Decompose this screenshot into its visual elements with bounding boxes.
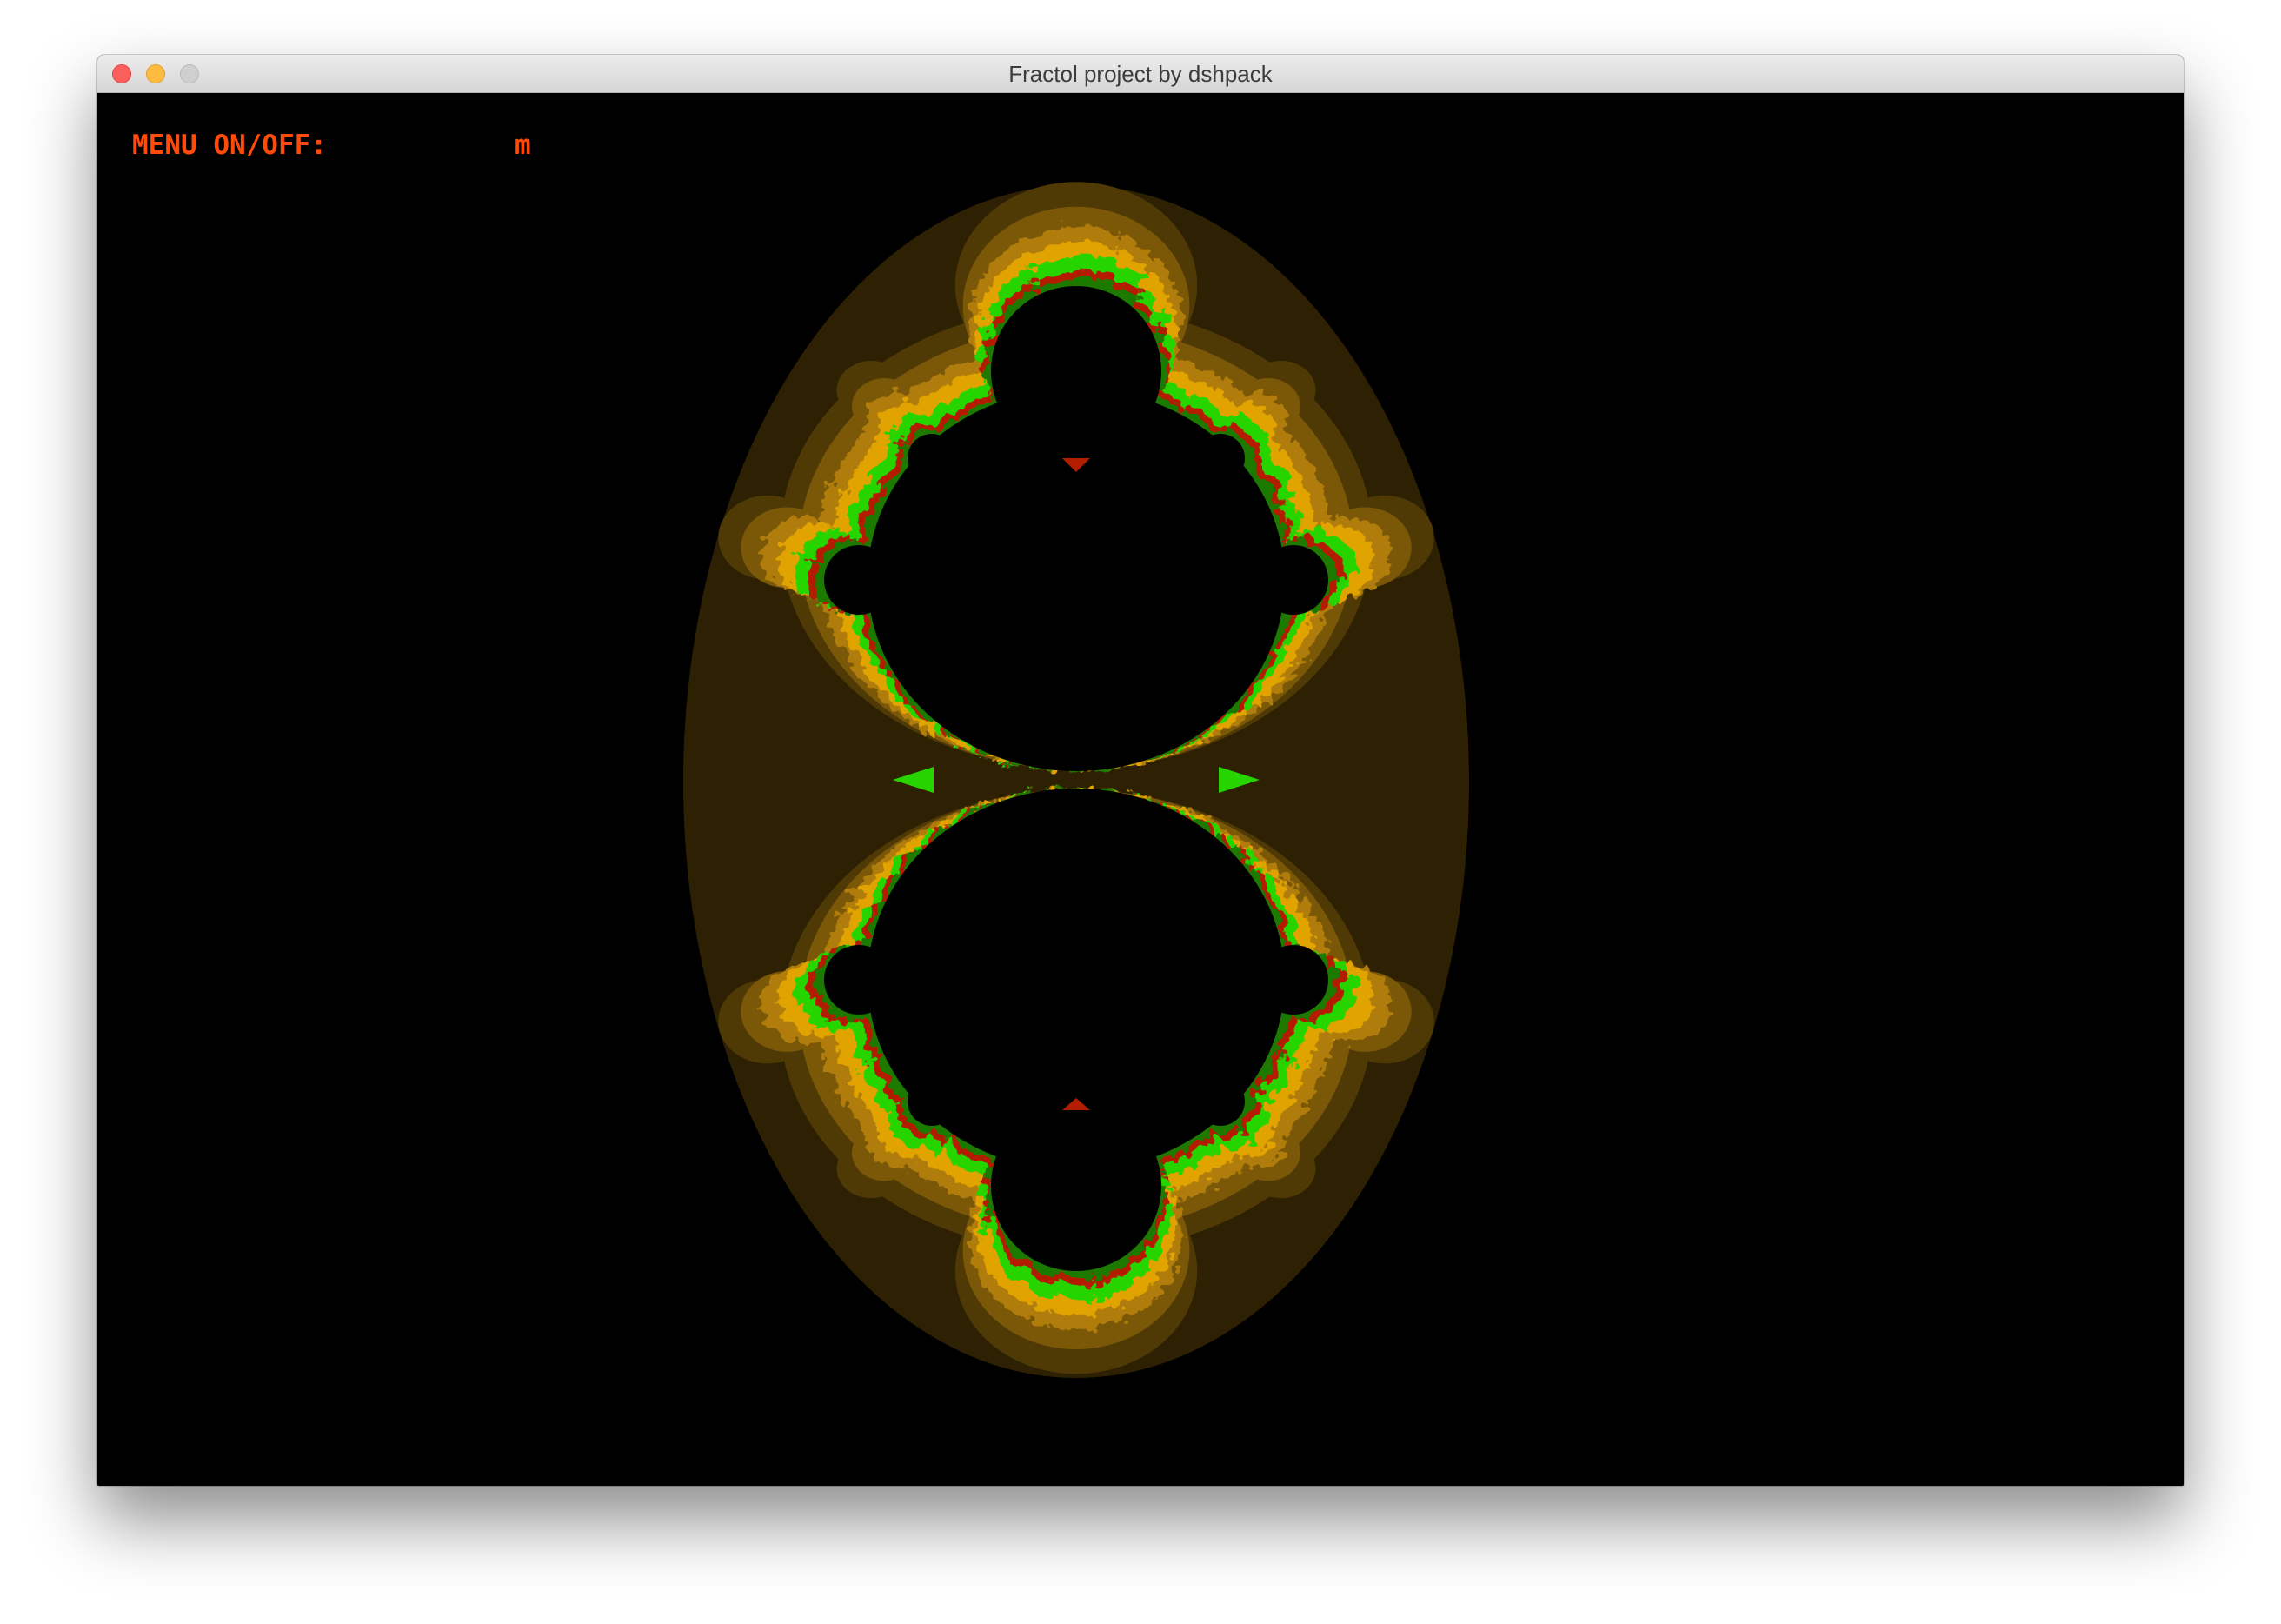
desktop: Fractol project by dshpack MENU ON/OFF: …: [0, 0, 2281, 1624]
window-title: Fractol project by dshpack: [1008, 61, 1273, 87]
menu-toggle-key: m: [515, 130, 531, 161]
title-bar[interactable]: Fractol project by dshpack: [97, 55, 2184, 93]
app-window: Fractol project by dshpack MENU ON/OFF: …: [97, 55, 2184, 1486]
fractal-canvas[interactable]: MENU ON/OFF: m: [97, 93, 2184, 1486]
fractal-image: [683, 182, 1469, 1378]
menu-toggle-label: MENU ON/OFF:: [132, 130, 327, 161]
